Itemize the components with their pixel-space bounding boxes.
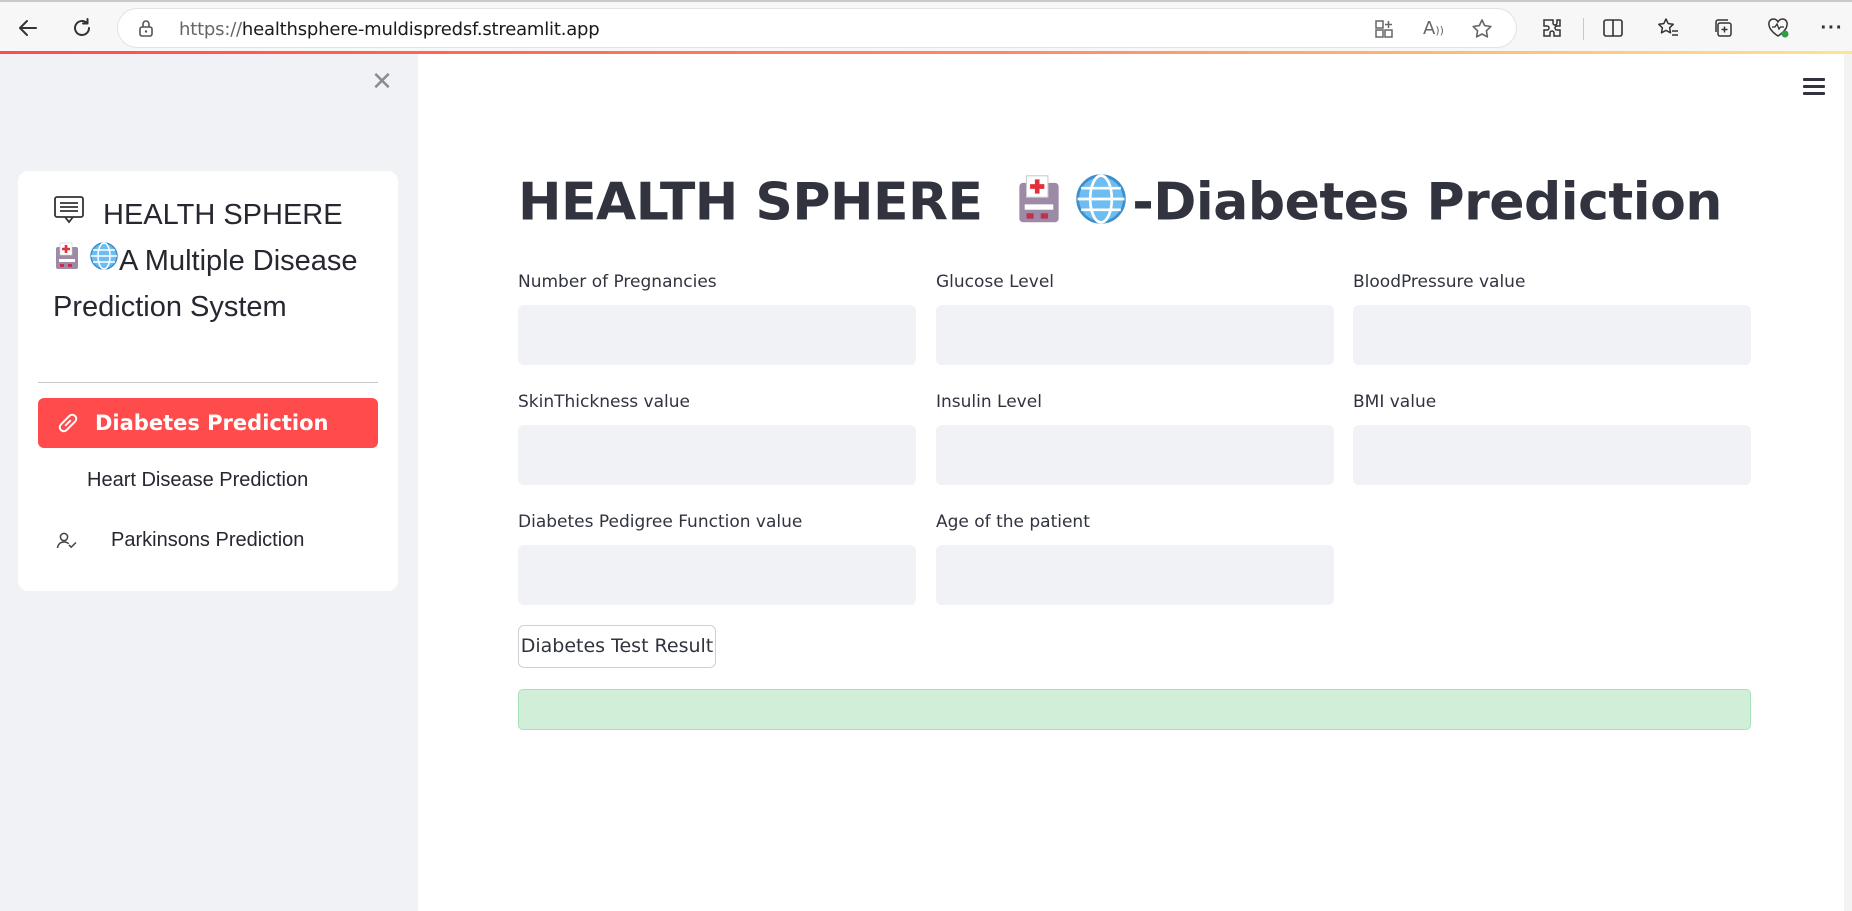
page-title: HEALTH SPHERE -Diabetes Prediction: [518, 172, 1722, 239]
url-host: healthsphere-muldispredsf.streamlit.app: [241, 19, 600, 40]
capsule-icon: [56, 411, 80, 440]
address-bar[interactable]: https://healthsphere-muldispredsf.stream…: [118, 9, 1516, 47]
glucose-input[interactable]: [936, 305, 1334, 365]
field-label-bmi: BMI value: [1353, 392, 1437, 412]
field-label-pregnancies: Number of Pregnancies: [518, 272, 717, 292]
app-icon[interactable]: [1373, 18, 1395, 45]
favorite-star-icon[interactable]: [1470, 17, 1494, 46]
field-label-pedigree: Diabetes Pedigree Function value: [518, 512, 803, 532]
scrollbar[interactable]: [1844, 54, 1852, 911]
skin-thickness-input[interactable]: [518, 425, 916, 485]
pedigree-function-input[interactable]: [518, 545, 916, 605]
split-screen-icon[interactable]: [1595, 10, 1631, 46]
field-label-age: Age of the patient: [936, 512, 1090, 532]
refresh-icon[interactable]: [64, 10, 100, 46]
url-text[interactable]: https://healthsphere-muldispredsf.stream…: [179, 19, 600, 40]
close-sidebar-icon[interactable]: ✕: [370, 69, 394, 95]
option-menu: HEALTH SPHERE A Multiple Disease Predict…: [18, 171, 398, 591]
browser-toolbar: https://healthsphere-muldispredsf.stream…: [0, 0, 1852, 51]
more-icon[interactable]: ···: [1814, 10, 1850, 46]
pregnancies-input[interactable]: [518, 305, 916, 365]
nav-label: Parkinsons Prediction: [111, 529, 305, 551]
globe-icon: [1074, 172, 1128, 239]
sidebar: ✕ HEALTH SPHERE A Multiple Disease Predi…: [0, 54, 418, 911]
field-label-blood-pressure: BloodPressure value: [1353, 272, 1526, 292]
age-input[interactable]: [936, 545, 1334, 605]
diabetes-test-result-button[interactable]: Diabetes Test Result: [518, 625, 716, 668]
nav-item-diabetes-prediction[interactable]: Diabetes Prediction: [38, 398, 378, 448]
extensions-icon[interactable]: [1534, 10, 1570, 46]
hospital-icon: [1014, 172, 1064, 239]
menu-title: HEALTH SPHERE A Multiple Disease Predict…: [53, 193, 383, 330]
toolbar-separator: [1583, 18, 1584, 40]
nav-label: Diabetes Prediction: [95, 411, 329, 435]
globe-icon: [89, 240, 119, 285]
collections-icon[interactable]: [1705, 10, 1741, 46]
browser-essentials-icon[interactable]: [1760, 10, 1796, 46]
nav-label: Heart Disease Prediction: [87, 469, 309, 491]
nav-item-parkinsons-prediction[interactable]: Parkinsons Prediction: [38, 518, 378, 562]
hospital-icon: [53, 240, 81, 285]
nav-item-heart-disease-prediction[interactable]: Heart Disease Prediction: [38, 458, 378, 502]
field-label-glucose: Glucose Level: [936, 272, 1055, 292]
favorites-icon[interactable]: [1650, 10, 1686, 46]
url-scheme: https://: [179, 19, 242, 40]
field-label-insulin: Insulin Level: [936, 392, 1042, 412]
bmi-input[interactable]: [1353, 425, 1751, 485]
menu-list-icon: [53, 194, 85, 239]
field-label-skin-thickness: SkinThickness value: [518, 392, 690, 412]
result-success-box: [518, 689, 1751, 730]
page-title-prefix: HEALTH SPHERE: [518, 172, 983, 233]
page-title-suffix: -Diabetes Prediction: [1132, 172, 1722, 233]
back-icon[interactable]: [10, 10, 46, 46]
blood-pressure-input[interactable]: [1353, 305, 1751, 365]
menu-divider: [38, 382, 378, 383]
menu-title-part1: HEALTH SPHERE: [103, 199, 343, 231]
person-check-icon: [56, 531, 78, 557]
lock-icon[interactable]: [138, 19, 154, 42]
read-aloud-icon[interactable]: A)): [1423, 18, 1444, 39]
insulin-input[interactable]: [936, 425, 1334, 485]
main-menu-icon[interactable]: [1803, 78, 1825, 96]
